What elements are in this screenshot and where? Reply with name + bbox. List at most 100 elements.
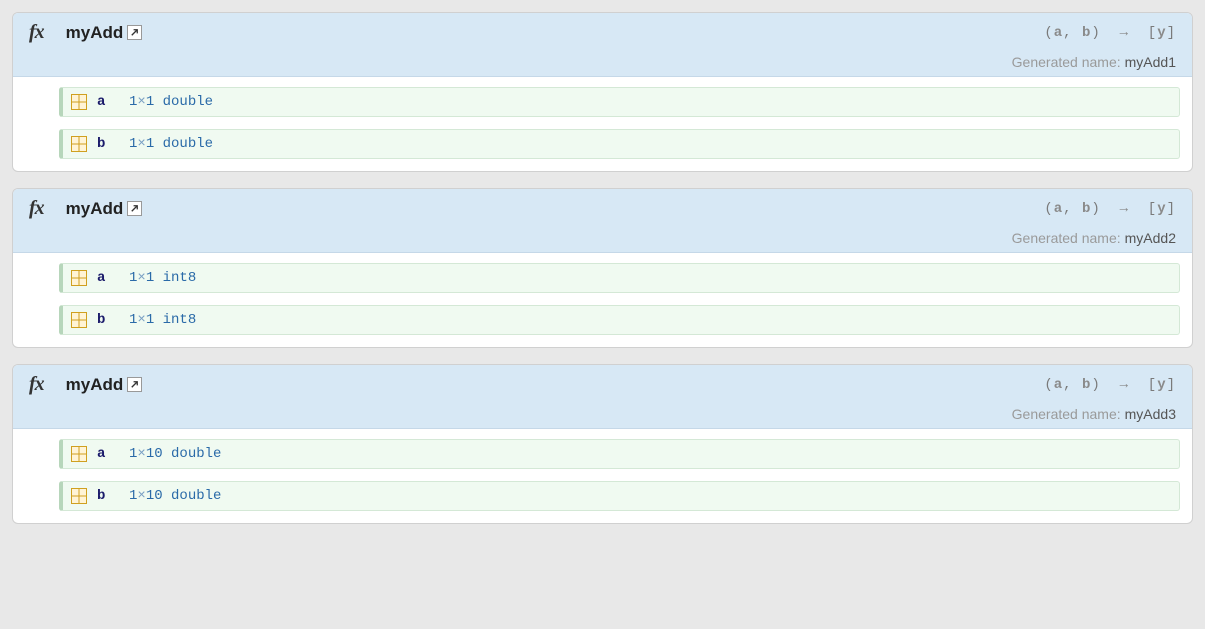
matrix-icon [71, 488, 87, 504]
dim2: 1 [146, 136, 154, 152]
generated-name-row: Generated name:myAdd1 [29, 54, 1176, 70]
generated-name-row: Generated name:myAdd3 [29, 406, 1176, 422]
function-body: a1×1 int8b1×1 int8 [13, 253, 1192, 347]
header-top-row: fxmyAdd (a, b) → [y] [29, 21, 1176, 44]
argument-row[interactable]: b 1×1 int8 [59, 305, 1180, 335]
sig-open: ( [1044, 201, 1053, 217]
matrix-icon [71, 270, 87, 286]
sig-ret-open: [ [1148, 201, 1157, 217]
popout-icon[interactable] [127, 201, 142, 216]
argument-name: a [97, 446, 119, 462]
header-left: fx myAdd [29, 373, 142, 396]
argument-row[interactable]: b 1×1 double [59, 129, 1180, 159]
sig-open: ( [1044, 377, 1053, 393]
argument-row[interactable]: a1×1 double [59, 87, 1180, 117]
argument-type: 1×1 int8 [129, 312, 196, 328]
arrow-right-icon: → [1120, 25, 1129, 41]
function-entry-header[interactable]: fx myAdd (a, b) → [y] Generated name:myAdd3 [13, 365, 1192, 429]
function-signature: (a, b) → [y] [1044, 201, 1176, 217]
sig-ret-close: ] [1167, 25, 1176, 41]
times-icon: × [137, 270, 145, 286]
matrix-icon [71, 312, 87, 328]
header-left: fx myAdd [29, 197, 142, 220]
sig-param-b: b [1082, 25, 1091, 41]
argument-type: 1×1 double [129, 136, 213, 152]
function-title-wrap: myAdd [66, 199, 143, 219]
function-entry-header[interactable]: fxmyAdd (a, b) → [y] Generated name:myAdd1 [13, 13, 1192, 77]
sig-close: ) [1091, 25, 1100, 41]
function-signature: (a, b) → [y] [1044, 25, 1176, 41]
sig-param-a: a [1054, 25, 1063, 41]
dim2: 10 [146, 488, 163, 504]
popout-icon[interactable] [127, 377, 142, 392]
arrow-right-icon: → [1120, 377, 1129, 393]
argument-row[interactable]: a 1×1 int8 [59, 263, 1180, 293]
function-name: myAdd [66, 199, 124, 218]
dim2: 1 [146, 312, 154, 328]
dtype: double [163, 94, 213, 110]
sig-param-b: b [1082, 201, 1091, 217]
function-name: myAdd [66, 375, 124, 394]
function-body: a1×1 doubleb1×1 double [13, 77, 1192, 171]
sig-param-a: a [1054, 377, 1063, 393]
sig-ret: y [1157, 201, 1166, 217]
sig-comma: , [1063, 201, 1072, 217]
argument-row[interactable]: a 1×10 double [59, 439, 1180, 469]
generated-name-label: Generated name: [1012, 54, 1121, 70]
sig-close: ) [1091, 377, 1100, 393]
times-icon: × [137, 94, 145, 110]
generated-name-value: myAdd3 [1125, 406, 1176, 422]
times-icon: × [137, 136, 145, 152]
times-icon: × [137, 488, 145, 504]
argument-type: 1×10 double [129, 446, 221, 462]
argument-type: 1×1 double [129, 94, 213, 110]
fx-icon: fx [29, 197, 44, 220]
popout-icon[interactable] [127, 25, 142, 40]
header-top-row: fx myAdd (a, b) → [y] [29, 373, 1176, 396]
argument-type: 1×10 double [129, 488, 221, 504]
sig-param-b: b [1082, 377, 1091, 393]
matrix-icon [71, 446, 87, 462]
sig-comma: , [1063, 377, 1072, 393]
function-name: myAdd [66, 23, 124, 42]
dim2: 1 [146, 270, 154, 286]
dim2: 1 [146, 94, 154, 110]
function-entry-card: fx myAdd (a, b) → [y] Generated name:myAdd3… [12, 364, 1193, 524]
generated-name-label: Generated name: [1012, 230, 1121, 246]
sig-comma: , [1063, 25, 1072, 41]
argument-name: b [97, 136, 119, 152]
sig-close: ) [1091, 201, 1100, 217]
argument-name: b [97, 488, 119, 504]
function-title-wrap: myAdd [66, 375, 143, 395]
fx-icon: fx [29, 373, 44, 396]
argument-name: b [97, 312, 119, 328]
function-entry-card: fxmyAdd(a, b) → [y]Generated name:myAdd1… [12, 12, 1193, 172]
sig-ret: y [1157, 377, 1166, 393]
sig-ret-open: [ [1148, 25, 1157, 41]
function-signature: (a, b) → [y] [1044, 377, 1176, 393]
matrix-icon [71, 136, 87, 152]
dtype: int8 [163, 270, 197, 286]
function-entry-card: fxmyAdd(a, b) → [y]Generated name:myAdd2… [12, 188, 1193, 348]
sig-ret-close: ] [1167, 201, 1176, 217]
function-title-wrap: myAdd [66, 23, 143, 43]
dtype: double [171, 488, 221, 504]
generated-name-label: Generated name: [1012, 406, 1121, 422]
times-icon: × [137, 312, 145, 328]
argument-type: 1×1 int8 [129, 270, 196, 286]
argument-name: a [97, 270, 119, 286]
function-entry-header[interactable]: fx myAdd (a, b) → [y] Generated name:myAdd2 [13, 189, 1192, 253]
arrow-right-icon: → [1120, 201, 1129, 217]
argument-row[interactable]: b 1×10 double [59, 481, 1180, 511]
times-icon: × [137, 446, 145, 462]
dtype: int8 [163, 312, 197, 328]
header-left: fxmyAdd [29, 21, 142, 44]
header-top-row: fx myAdd (a, b) → [y] [29, 197, 1176, 220]
sig-ret: y [1157, 25, 1166, 41]
function-body: a 1×10 double b 1×10 double [13, 429, 1192, 523]
sig-param-a: a [1054, 201, 1063, 217]
matrix-icon [71, 94, 87, 110]
sig-ret-open: [ [1148, 377, 1157, 393]
dim2: 10 [146, 446, 163, 462]
generated-name-value: myAdd2 [1125, 230, 1176, 246]
